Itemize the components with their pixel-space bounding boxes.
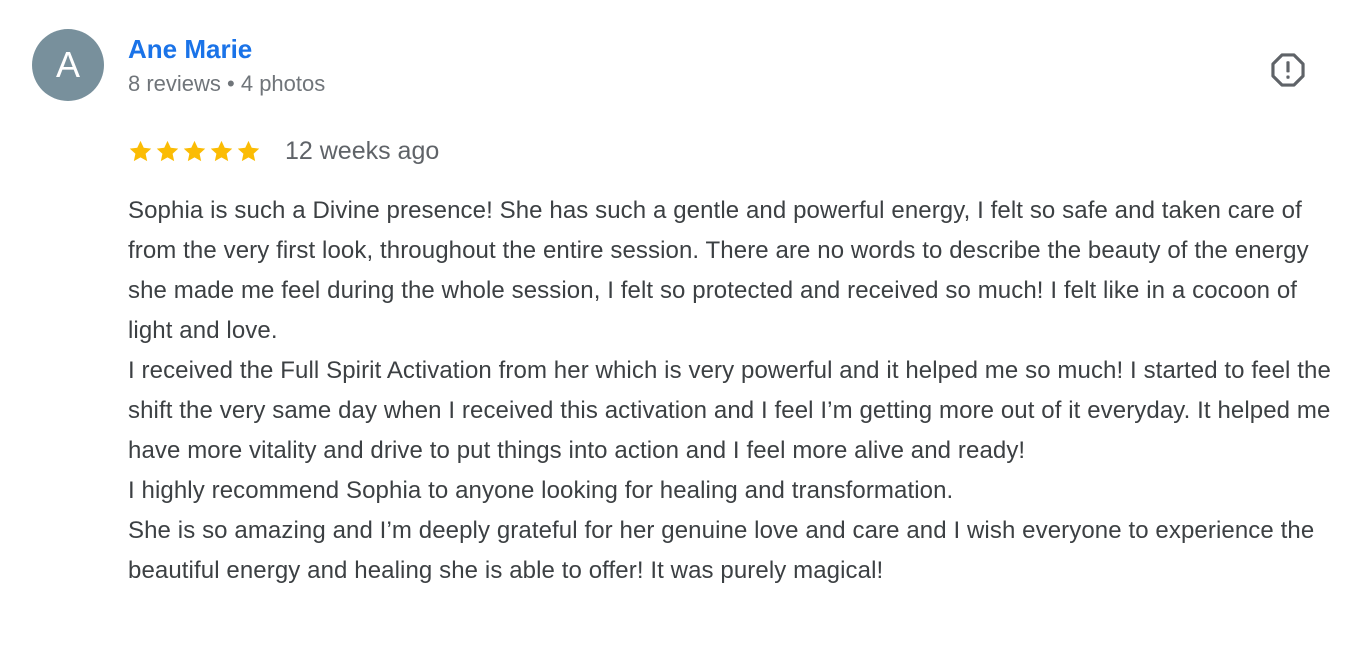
star-icon [237,140,260,161]
review-date: 12 weeks ago [285,137,440,165]
report-review-button[interactable] [1262,44,1314,96]
author-meta: 8 reviews • 4 photos [128,71,326,96]
author-name-link[interactable]: Ane Marie [128,33,252,65]
review-card: A Ane Marie 8 reviews • 4 photos 12 week… [0,0,1355,654]
rating-row: 12 weeks ago [128,134,439,168]
star-rating [128,139,261,164]
review-paragraph: I highly recommend Sophia to anyone look… [128,477,954,504]
review-text: Sophia is such a Divine presence! She ha… [128,191,1343,591]
review-paragraph: I received the Full Spirit Activation fr… [128,357,1331,464]
star-icon [129,140,152,161]
avatar[interactable]: A [32,29,104,101]
report-flag-icon [1271,53,1305,87]
star-icon [210,140,233,161]
star-icon [183,140,206,161]
review-paragraph: Sophia is such a Divine presence! She ha… [128,197,1309,344]
star-icon [156,140,179,161]
review-paragraph: She is so amazing and I’m deeply gratefu… [128,517,1315,584]
